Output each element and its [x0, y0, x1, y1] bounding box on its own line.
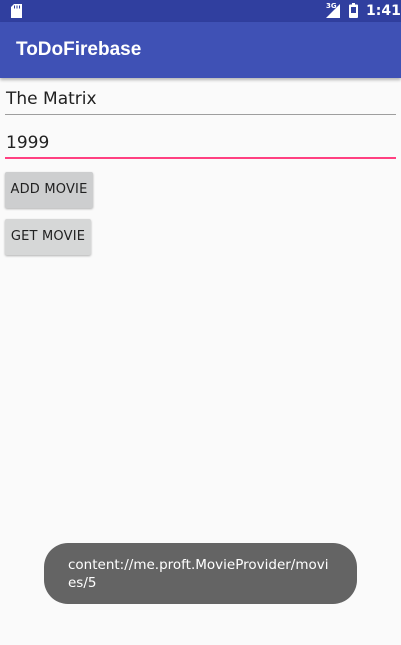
toast-message: content://me.proft.MovieProvider/movies/… — [44, 543, 357, 604]
movie-title-value: The Matrix — [6, 89, 97, 109]
movie-year-underline — [5, 157, 396, 159]
movie-title-input[interactable]: The Matrix — [5, 85, 396, 115]
signal-icon — [326, 4, 340, 18]
status-clock: 1:41 — [366, 3, 401, 19]
movie-year-value: 1999 — [6, 133, 50, 153]
app-bar: ToDoFirebase — [0, 22, 401, 78]
movie-year-input[interactable]: 1999 — [5, 129, 396, 159]
sd-card-icon — [11, 4, 22, 18]
battery-icon — [349, 3, 358, 18]
app-title: ToDoFirebase — [16, 39, 142, 60]
get-movie-button[interactable]: GET MOVIE — [5, 219, 91, 255]
movie-title-underline — [5, 114, 396, 115]
add-movie-button[interactable]: ADD MOVIE — [5, 172, 93, 208]
status-bar: 3G 1:41 — [0, 0, 401, 22]
